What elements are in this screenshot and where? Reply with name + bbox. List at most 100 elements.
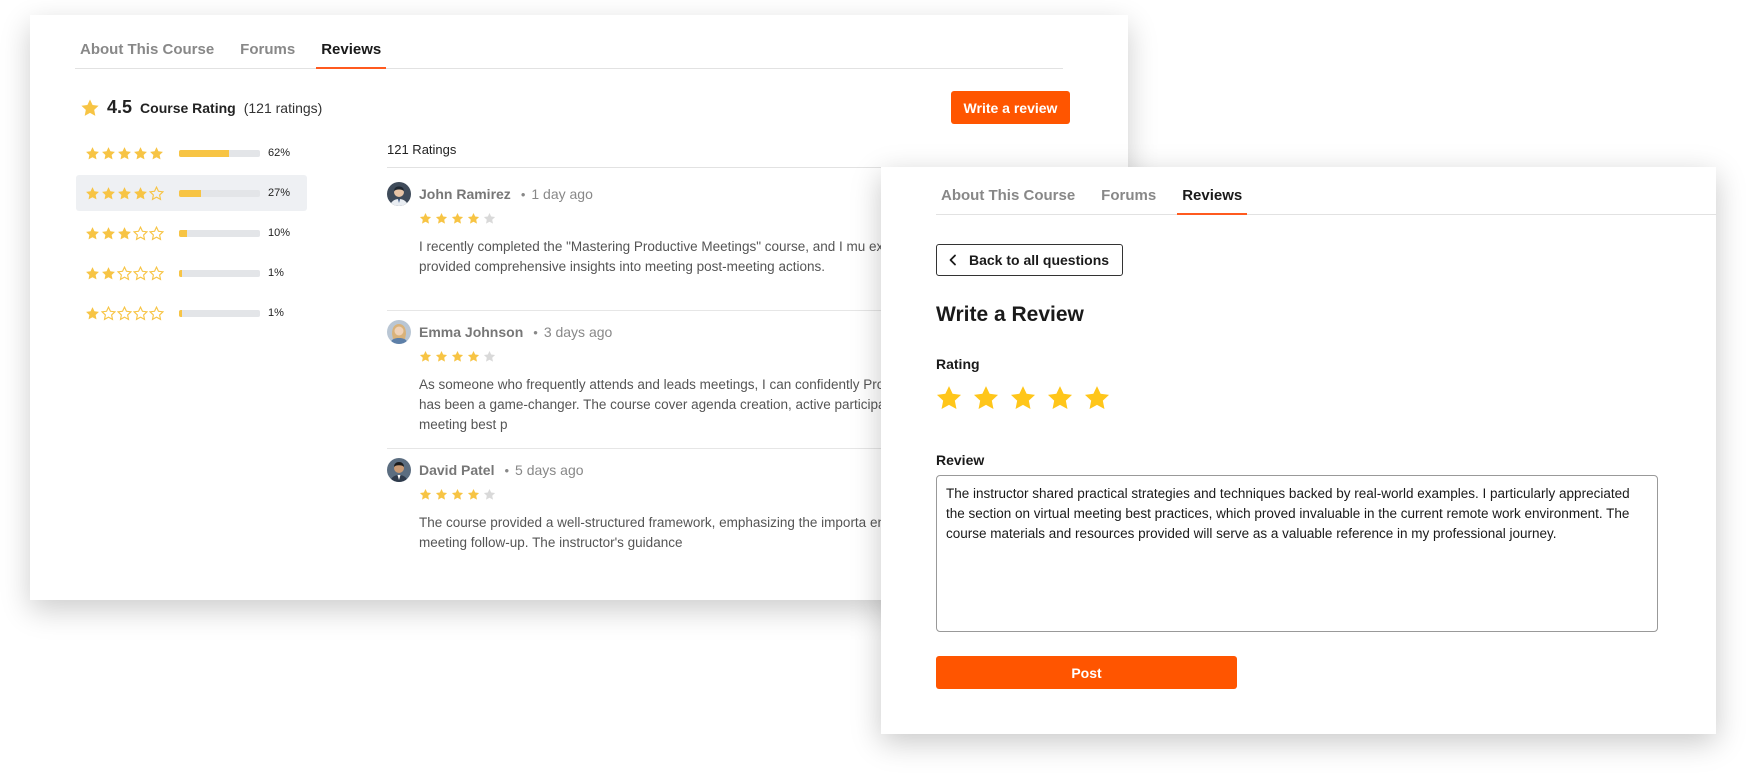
course-rating-summary: 4.5 Course Rating (121 ratings) (80, 97, 322, 118)
star-icon (1084, 386, 1110, 409)
star-outline-icon (149, 185, 164, 200)
rating-percent: 62% (268, 147, 291, 159)
avatar (387, 458, 411, 482)
separator-dot: • (504, 462, 510, 478)
rating-filter-2-stars[interactable]: 1% (76, 255, 307, 291)
rating-bar (179, 189, 260, 197)
rating-percent: 10% (268, 227, 291, 239)
star-filled-icon (102, 266, 115, 279)
rating-bar-fill (179, 189, 201, 197)
star-filled-icon (86, 186, 99, 199)
avatar (387, 320, 411, 344)
rating-percent: 1% (268, 307, 284, 319)
star-filled-icon (102, 146, 115, 159)
rating-filter-1-stars[interactable]: 1% (76, 295, 307, 331)
star-filled-icon (451, 212, 464, 224)
distribution-stars (85, 225, 179, 241)
rating-distribution: 62% 27% 10% 1% 1% (76, 135, 307, 335)
chevron-left-icon (949, 254, 956, 266)
course-tabs: About This Course Forums Reviews (75, 35, 1063, 69)
star-outline-icon (117, 305, 132, 320)
star-filled-icon (86, 146, 99, 159)
review-age: 5 days ago (515, 462, 584, 478)
rating-bar-fill (179, 149, 230, 157)
separator-dot: • (533, 324, 538, 340)
distribution-stars (85, 305, 179, 321)
write-review-button[interactable]: Write a review (951, 91, 1070, 124)
star-filled-icon (467, 488, 480, 500)
star-filled-icon (435, 350, 448, 362)
star-empty-icon (483, 488, 496, 500)
rating-star-4[interactable] (1046, 384, 1074, 412)
star-filled-icon (435, 488, 448, 500)
user-avatar-icon (387, 182, 411, 206)
star-filled-icon (118, 146, 131, 159)
review-field-label: Review (936, 452, 985, 468)
tab-reviews[interactable]: Reviews (1177, 181, 1248, 215)
rating-bar-fill (179, 269, 183, 277)
rating-percent: 1% (268, 267, 284, 279)
back-to-all-questions-button[interactable]: Back to all questions (936, 244, 1124, 276)
star-filled-icon (86, 226, 99, 239)
star-outline-icon (149, 225, 164, 240)
tab-reviews[interactable]: Reviews (316, 35, 387, 69)
review-age: 3 days ago (543, 324, 613, 340)
star-filled-icon (467, 212, 480, 224)
rating-label: Course Rating (140, 99, 236, 116)
star-outline-icon (133, 265, 148, 280)
tab-forums[interactable]: Forums (235, 35, 300, 68)
tab-forums[interactable]: Forums (1096, 181, 1161, 214)
star-filled-icon (102, 226, 115, 239)
rating-field-label: Rating (936, 356, 980, 372)
rating-bar-fill (179, 309, 183, 317)
tab-about[interactable]: About This Course (75, 35, 219, 68)
rating-bar (179, 229, 260, 237)
star-empty-icon (483, 212, 496, 224)
star-outline-icon (133, 305, 148, 320)
back-button-label: Back to all questions (969, 252, 1110, 268)
star-filled-icon (134, 146, 147, 159)
form-title: Write a Review (936, 303, 1084, 326)
distribution-stars (85, 146, 179, 161)
star-icon (1047, 386, 1073, 409)
rating-star-2[interactable] (972, 384, 1000, 412)
ratings-list-title: 121 Ratings (387, 142, 457, 157)
star-filled-icon (118, 186, 131, 199)
rating-value: 4.5 (107, 97, 133, 117)
star-filled-icon (118, 226, 131, 239)
star-empty-icon (483, 350, 496, 362)
star-outline-icon (117, 265, 132, 280)
rating-star-1[interactable] (935, 384, 963, 412)
review-textarea[interactable]: The instructor shared practical strategi… (936, 475, 1658, 632)
reviewer-name: John Ramirez (419, 186, 511, 202)
rating-star-3[interactable] (1009, 384, 1037, 412)
star-filled-icon (102, 186, 115, 199)
rating-bar (179, 269, 260, 277)
star-icon (973, 386, 999, 409)
star-outline-icon (101, 305, 116, 320)
distribution-stars (85, 185, 179, 201)
star-outline-icon (149, 305, 164, 320)
rating-bar (179, 149, 260, 157)
rating-percent: 27% (268, 187, 291, 199)
star-filled-icon (419, 488, 432, 500)
tab-about[interactable]: About This Course (936, 181, 1080, 214)
rating-filter-4-stars[interactable]: 27% (76, 175, 307, 211)
user-avatar-icon (387, 458, 411, 482)
separator-dot: • (520, 186, 526, 202)
star-filled-icon (435, 212, 448, 224)
star-filled-icon (134, 186, 147, 199)
post-button[interactable]: Post (936, 656, 1237, 689)
star-filled-icon (451, 488, 464, 500)
rating-star-5[interactable] (1083, 384, 1111, 412)
write-review-panel: About This Course Forums Reviews Back to… (881, 167, 1716, 734)
rating-bar-fill (179, 229, 188, 237)
avatar (387, 182, 411, 206)
star-rating-input (935, 384, 1111, 412)
rating-filter-5-stars[interactable]: 62% (76, 135, 307, 171)
reviewer-name: David Patel (419, 462, 495, 478)
rating-filter-3-stars[interactable]: 10% (76, 215, 307, 251)
star-icon (1010, 386, 1036, 409)
ratings-count: (121 ratings) (243, 99, 323, 116)
review-age: 1 day ago (531, 186, 593, 202)
